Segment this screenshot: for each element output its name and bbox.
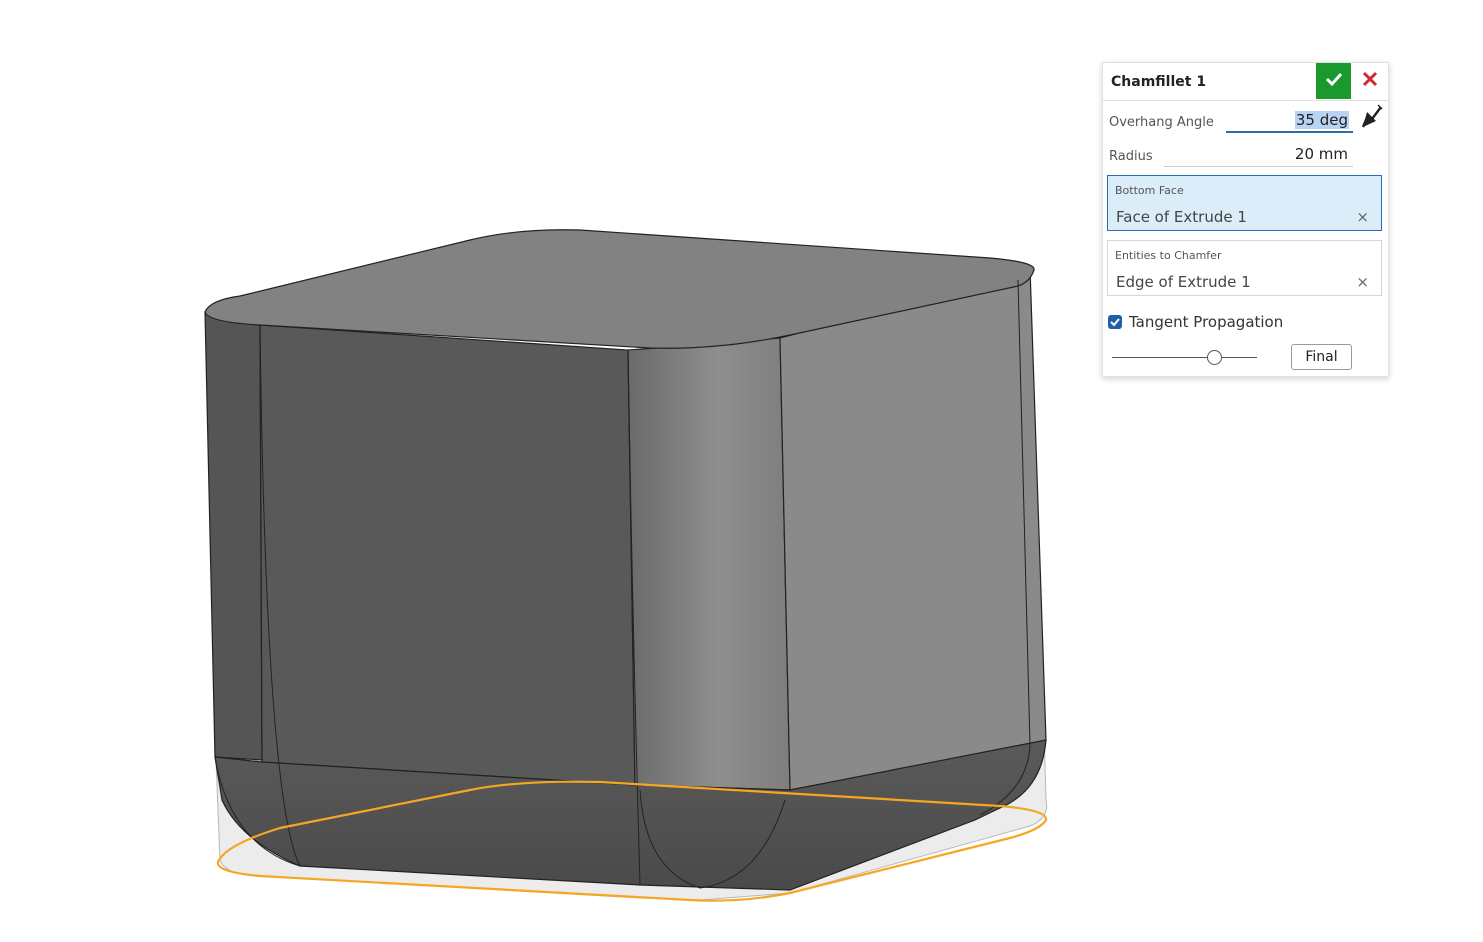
radius-input[interactable]: 20 mm <box>1294 145 1349 163</box>
dialog-header: Chamfillet 1 <box>1103 63 1388 101</box>
confirm-button[interactable] <box>1316 63 1351 99</box>
bottom-face-caption: Bottom Face <box>1115 184 1184 197</box>
close-icon <box>1362 71 1378 91</box>
chamfillet-feature-dialog: Chamfillet 1 Overhang Angle 35 deg Radiu… <box>1102 62 1389 377</box>
entities-caption: Entities to Chamfer <box>1115 249 1222 262</box>
overhang-angle-field[interactable]: Overhang Angle 35 deg <box>1109 107 1353 133</box>
overhang-angle-input[interactable]: 35 deg <box>1294 111 1349 129</box>
entities-to-chamfer-selection-box[interactable]: Entities to Chamfer Edge of Extrude 1 × <box>1107 240 1382 296</box>
remove-bottom-face-icon[interactable]: × <box>1356 208 1369 226</box>
input-underline <box>1226 131 1353 133</box>
final-button[interactable]: Final <box>1291 344 1352 370</box>
tangent-propagation-label: Tangent Propagation <box>1129 313 1284 331</box>
radius-label: Radius <box>1109 149 1153 164</box>
bottom-face-selection-box[interactable]: Bottom Face Face of Extrude 1 × <box>1107 175 1382 231</box>
tangent-propagation-checkbox[interactable] <box>1108 315 1122 329</box>
part-body[interactable] <box>204 229 1047 891</box>
checkmark-icon <box>1324 69 1344 93</box>
remove-entity-icon[interactable]: × <box>1356 273 1369 291</box>
dialog-title: Chamfillet 1 <box>1111 74 1207 90</box>
entities-selected-item[interactable]: Edge of Extrude 1 <box>1116 273 1251 291</box>
flip-direction-icon[interactable] <box>1359 103 1385 129</box>
input-underline <box>1164 166 1353 167</box>
preview-slider[interactable] <box>1112 348 1257 368</box>
slider-track <box>1112 357 1257 358</box>
radius-field[interactable]: Radius 20 mm <box>1109 141 1353 167</box>
overhang-angle-label: Overhang Angle <box>1109 115 1214 130</box>
cancel-button[interactable] <box>1355 63 1385 99</box>
bottom-face-selected-item[interactable]: Face of Extrude 1 <box>1116 208 1247 226</box>
slider-thumb[interactable] <box>1206 350 1222 365</box>
